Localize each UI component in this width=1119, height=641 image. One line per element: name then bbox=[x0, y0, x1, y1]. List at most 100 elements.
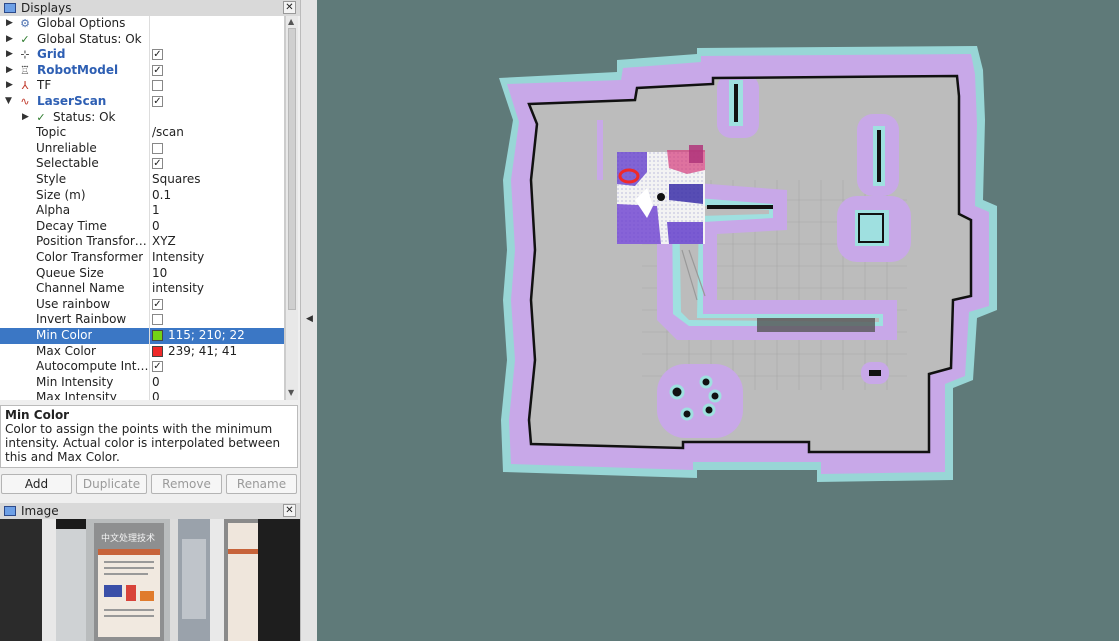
property-label: Topic bbox=[36, 125, 67, 140]
tree-row-tf[interactable]: ▶ ⅄ TF bbox=[0, 78, 284, 94]
property-row-min-intensity[interactable]: Min Intensity 0 bbox=[0, 374, 284, 391]
row-label: Grid bbox=[37, 47, 66, 62]
scroll-down-icon[interactable]: ▼ bbox=[288, 388, 294, 397]
tree-row-laserscan[interactable]: ▼ ∿ LaserScan ✓ bbox=[0, 94, 284, 110]
property-value[interactable]: intensity bbox=[152, 281, 204, 297]
tree-row-global-status[interactable]: ▶ ✓ Global Status: Ok bbox=[0, 31, 284, 48]
camera-image-view[interactable]: 中文处理技术 bbox=[0, 519, 300, 641]
property-value[interactable]: Squares bbox=[152, 172, 201, 188]
grid-enabled-checkbox[interactable]: ✓ bbox=[152, 49, 163, 61]
property-row-style[interactable]: Style Squares bbox=[0, 172, 284, 188]
robot-icon: ♖ bbox=[20, 63, 30, 77]
property-value[interactable]: XYZ bbox=[152, 234, 176, 250]
property-row-color-transformer[interactable]: Color Transformer Intensity bbox=[0, 250, 284, 266]
property-label: Use rainbow bbox=[36, 296, 111, 311]
use-rainbow-checkbox[interactable]: ✓ bbox=[152, 298, 163, 310]
expand-arrow-icon[interactable]: ▶ bbox=[6, 16, 13, 32]
image-panel-title: Image bbox=[21, 504, 59, 518]
expand-arrow-icon[interactable]: ▶ bbox=[22, 110, 29, 126]
expand-arrow-icon[interactable]: ▶ bbox=[6, 32, 13, 48]
remove-button[interactable]: Remove bbox=[151, 474, 222, 494]
property-row-topic[interactable]: Topic /scan bbox=[0, 125, 284, 141]
max-color-swatch[interactable] bbox=[152, 345, 163, 357]
property-label: Decay Time bbox=[36, 218, 107, 233]
property-label: Color Transformer bbox=[36, 250, 144, 264]
tree-row-grid[interactable]: ▶ ⊹ Grid ✓ bbox=[0, 47, 284, 63]
property-value[interactable]: 0 bbox=[152, 219, 160, 235]
description-title: Min Color bbox=[5, 408, 70, 422]
property-label: Selectable bbox=[36, 156, 99, 171]
add-button[interactable]: Add bbox=[1, 474, 72, 494]
property-value[interactable]: 1 bbox=[152, 203, 160, 219]
expand-arrow-icon[interactable]: ▶ bbox=[6, 47, 13, 63]
property-row-unreliable[interactable]: Unreliable bbox=[0, 141, 284, 157]
property-label: Queue Size bbox=[36, 265, 104, 280]
property-value[interactable]: 0 bbox=[152, 390, 160, 400]
property-row-queue-size[interactable]: Queue Size 10 bbox=[0, 265, 284, 282]
property-value[interactable]: 10 bbox=[152, 266, 167, 282]
splitter-handle[interactable]: ◀ bbox=[300, 0, 317, 641]
grid-icon: ⊹ bbox=[20, 48, 30, 62]
row-label: Global Status: Ok bbox=[37, 31, 142, 46]
property-label: Max Intensity bbox=[36, 390, 117, 400]
property-value[interactable]: 115; 210; 22 bbox=[152, 328, 245, 344]
row-label: Status: Ok bbox=[53, 109, 116, 124]
property-label: Min Color bbox=[36, 328, 93, 342]
property-row-invert-rainbow[interactable]: Invert Rainbow bbox=[0, 312, 284, 328]
unreliable-checkbox[interactable] bbox=[152, 142, 163, 154]
row-label: RobotModel bbox=[37, 62, 119, 77]
close-icon[interactable]: ✕ bbox=[283, 1, 296, 14]
property-row-max-color[interactable]: Max Color 239; 41; 41 bbox=[0, 343, 284, 360]
property-row-decay-time[interactable]: Decay Time 0 bbox=[0, 218, 284, 235]
property-value[interactable]: 239; 41; 41 bbox=[152, 344, 237, 360]
min-color-swatch[interactable] bbox=[152, 330, 163, 341]
image-window-icon bbox=[4, 506, 16, 516]
property-row-selectable[interactable]: Selectable ✓ bbox=[0, 156, 284, 172]
property-row-min-color[interactable]: Min Color 115; 210; 22 bbox=[0, 328, 284, 344]
property-row-use-rainbow[interactable]: Use rainbow ✓ bbox=[0, 296, 284, 313]
property-value[interactable]: 0.1 bbox=[152, 188, 171, 204]
tree-row-laserscan-status[interactable]: ▶ ✓ Status: Ok bbox=[0, 109, 284, 126]
property-row-autocompute-intensity[interactable]: Autocompute Int… ✓ bbox=[0, 359, 284, 375]
tf-enabled-checkbox[interactable] bbox=[152, 80, 163, 92]
property-row-size[interactable]: Size (m) 0.1 bbox=[0, 187, 284, 204]
property-label: Min Intensity bbox=[36, 374, 114, 389]
property-row-position-transformer[interactable]: Position Transfor… XYZ bbox=[0, 234, 284, 250]
collapse-left-icon[interactable]: ◀ bbox=[306, 314, 313, 324]
display-buttons-row: Add Duplicate Remove Rename bbox=[0, 474, 300, 496]
robotmodel-enabled-checkbox[interactable]: ✓ bbox=[152, 64, 163, 76]
tree-scrollbar[interactable]: ▲ ▼ bbox=[285, 16, 298, 400]
camera-image: 中文处理技术 bbox=[0, 519, 300, 641]
property-label: Size (m) bbox=[36, 187, 86, 202]
expand-arrow-icon[interactable]: ▶ bbox=[6, 78, 13, 94]
row-label: LaserScan bbox=[37, 94, 107, 108]
autocompute-checkbox[interactable]: ✓ bbox=[152, 361, 163, 373]
rename-button[interactable]: Rename bbox=[226, 474, 297, 494]
scrollbar-thumb[interactable] bbox=[288, 28, 296, 310]
left-panel: Displays ✕ ▶ ⚙ Global Options ▶ ✓ Global… bbox=[0, 0, 300, 641]
scroll-up-icon[interactable]: ▲ bbox=[288, 17, 294, 26]
property-row-alpha[interactable]: Alpha 1 bbox=[0, 203, 284, 219]
property-value[interactable]: 0 bbox=[152, 375, 160, 391]
expand-arrow-icon[interactable]: ▶ bbox=[6, 63, 13, 79]
axes-icon: ⅄ bbox=[21, 79, 29, 93]
tree-row-global-options[interactable]: ▶ ⚙ Global Options bbox=[0, 16, 284, 32]
checkmark-icon: ✓ bbox=[36, 110, 46, 124]
property-label: Max Color bbox=[36, 343, 96, 358]
collapse-arrow-icon[interactable]: ▼ bbox=[5, 94, 12, 110]
property-label: Invert Rainbow bbox=[36, 312, 127, 327]
tree-row-robotmodel[interactable]: ▶ ♖ RobotModel ✓ bbox=[0, 62, 284, 79]
selectable-checkbox[interactable]: ✓ bbox=[152, 158, 163, 170]
property-row-max-intensity[interactable]: Max Intensity 0 bbox=[0, 390, 284, 400]
invert-rainbow-checkbox[interactable] bbox=[152, 314, 163, 326]
property-label: Position Transfor… bbox=[36, 234, 147, 249]
property-value[interactable]: Intensity bbox=[152, 250, 204, 266]
render-viewport[interactable] bbox=[317, 0, 1119, 641]
property-description-box: Min Color Color to assign the points wit… bbox=[0, 405, 298, 468]
property-row-channel-name[interactable]: Channel Name intensity bbox=[0, 281, 284, 297]
laserscan-enabled-checkbox[interactable]: ✓ bbox=[152, 96, 163, 107]
duplicate-button[interactable]: Duplicate bbox=[76, 474, 147, 494]
property-value[interactable]: /scan bbox=[152, 125, 184, 141]
close-icon[interactable]: ✕ bbox=[283, 504, 296, 517]
column-divider[interactable] bbox=[149, 16, 150, 400]
